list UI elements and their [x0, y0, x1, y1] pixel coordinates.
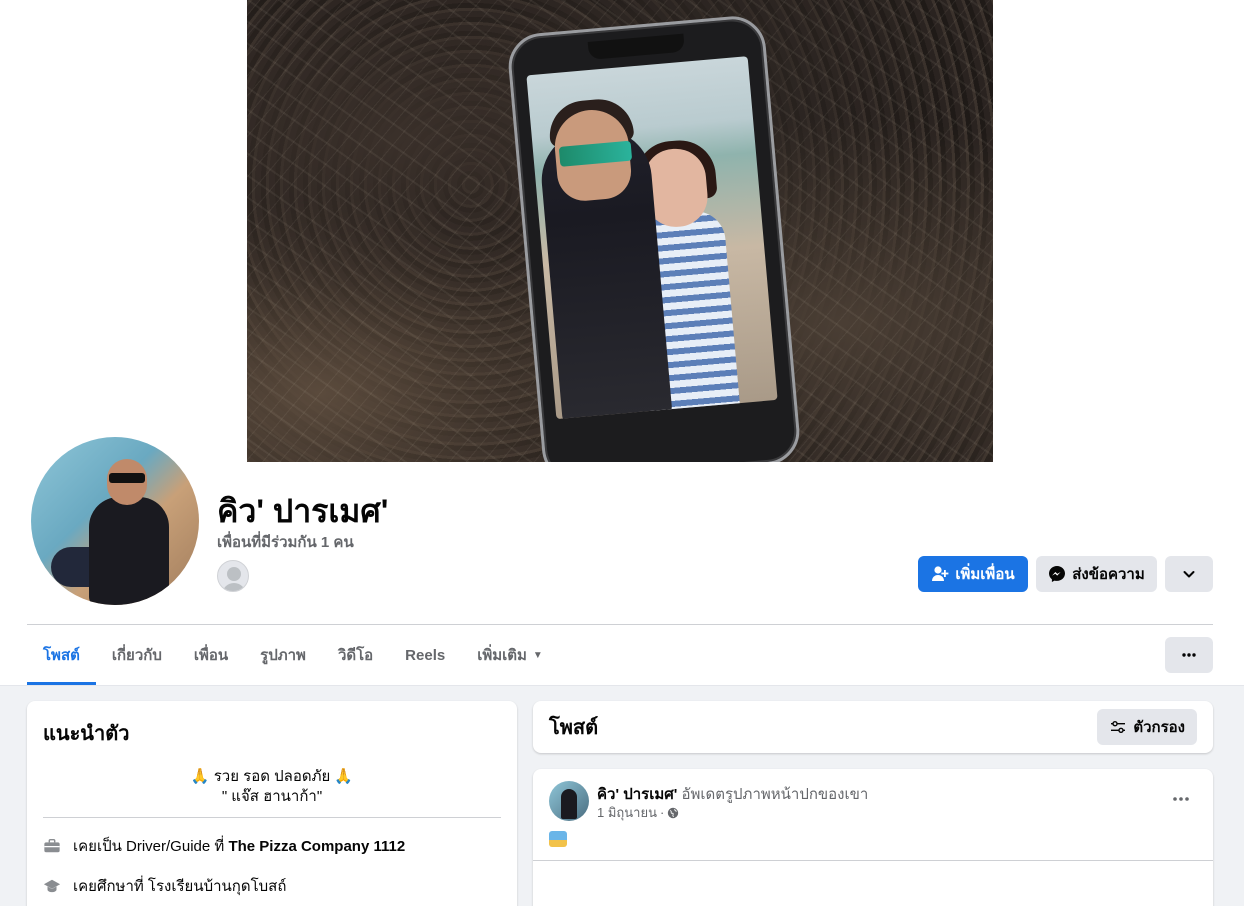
intro-title: แนะนำตัว [43, 723, 130, 745]
post-date[interactable]: 1 มิถุนายน [597, 802, 657, 823]
message-button[interactable]: ส่งข้อความ [1036, 556, 1157, 592]
tab-videos[interactable]: วิดีโอ [322, 625, 389, 685]
beach-emoji-icon [549, 831, 567, 847]
graduation-cap-icon [43, 877, 61, 895]
post-action-text: อัพเดตรูปภาพหน้าปกของเขา [681, 786, 869, 803]
work-place-link[interactable]: The Pizza Company 1112 [228, 838, 405, 855]
cover-phone-image [505, 13, 803, 462]
intro-card: แนะนำตัว 🙏 รวย รอด ปลอดภัย 🙏 " แจ๊ส ฮานา… [27, 701, 517, 906]
tab-photos[interactable]: รูปภาพ [244, 625, 322, 685]
mutual-friend-avatar[interactable] [217, 560, 249, 592]
post-author-name[interactable]: คิว' ปารเมศ' [597, 786, 677, 803]
profile-picture [31, 437, 199, 605]
posts-header: โพสต์ ตัวกรอง [533, 701, 1213, 753]
filter-button[interactable]: ตัวกรอง [1097, 709, 1197, 745]
tabs-more-button[interactable] [1165, 637, 1213, 673]
add-friend-button[interactable]: เพิ่มเพื่อน [918, 556, 1028, 592]
intro-divider [43, 817, 501, 818]
tab-about[interactable]: เกี่ยวกับ [96, 625, 178, 685]
post-author-avatar[interactable] [549, 781, 589, 821]
bio-line-1: 🙏 รวย รอด ปลอดภัย 🙏 [190, 768, 354, 785]
filter-label: ตัวกรอง [1133, 719, 1185, 736]
post-options-icon[interactable] [1165, 787, 1197, 811]
mutual-friends-link[interactable]: เพื่อนที่มีร่วมกัน 1 คน [217, 530, 354, 554]
tab-reels[interactable]: Reels [389, 625, 461, 685]
messenger-icon [1048, 565, 1066, 583]
work-info: เคยเป็น Driver/Guide ที่ The Pizza Compa… [43, 834, 501, 858]
cover-photo[interactable] [247, 0, 993, 462]
tab-friends[interactable]: เพื่อน [178, 625, 244, 685]
posts-title: โพสต์ [549, 717, 599, 739]
caret-down-icon: ▼ [532, 649, 543, 661]
add-friend-label: เพิ่มเพื่อน [955, 566, 1015, 583]
more-dots-icon [1180, 646, 1198, 664]
chevron-down-icon [1180, 565, 1198, 583]
bio: 🙏 รวย รอด ปลอดภัย 🙏 " แจ๊ส ฮานาก้า" [43, 767, 501, 807]
post-meta: 1 มิถุนายน · [597, 802, 679, 823]
profile-options-button[interactable] [1165, 556, 1213, 592]
tab-more[interactable]: เพิ่มเติม ▼ [461, 625, 559, 685]
profile-avatar[interactable] [27, 433, 203, 609]
education-info: เคยศึกษาที่ โรงเรียนบ้านกุดโบสถ์ [43, 874, 501, 898]
post-divider [533, 860, 1213, 861]
filter-sliders-icon [1109, 718, 1127, 736]
briefcase-icon [43, 837, 61, 855]
add-friend-icon [931, 565, 949, 583]
tab-posts[interactable]: โพสต์ [27, 625, 96, 685]
globe-icon [667, 807, 679, 819]
bio-line-2: " แจ๊ส ฮานาก้า" [221, 788, 323, 805]
profile-tabs: โพสต์ เกี่ยวกับ เพื่อน รูปภาพ วิดีโอ Ree… [27, 625, 559, 685]
post-card: คิว' ปารเมศ' อัพเดตรูปภาพหน้าปกของเขา 1 … [533, 769, 1213, 906]
message-label: ส่งข้อความ [1072, 566, 1145, 583]
